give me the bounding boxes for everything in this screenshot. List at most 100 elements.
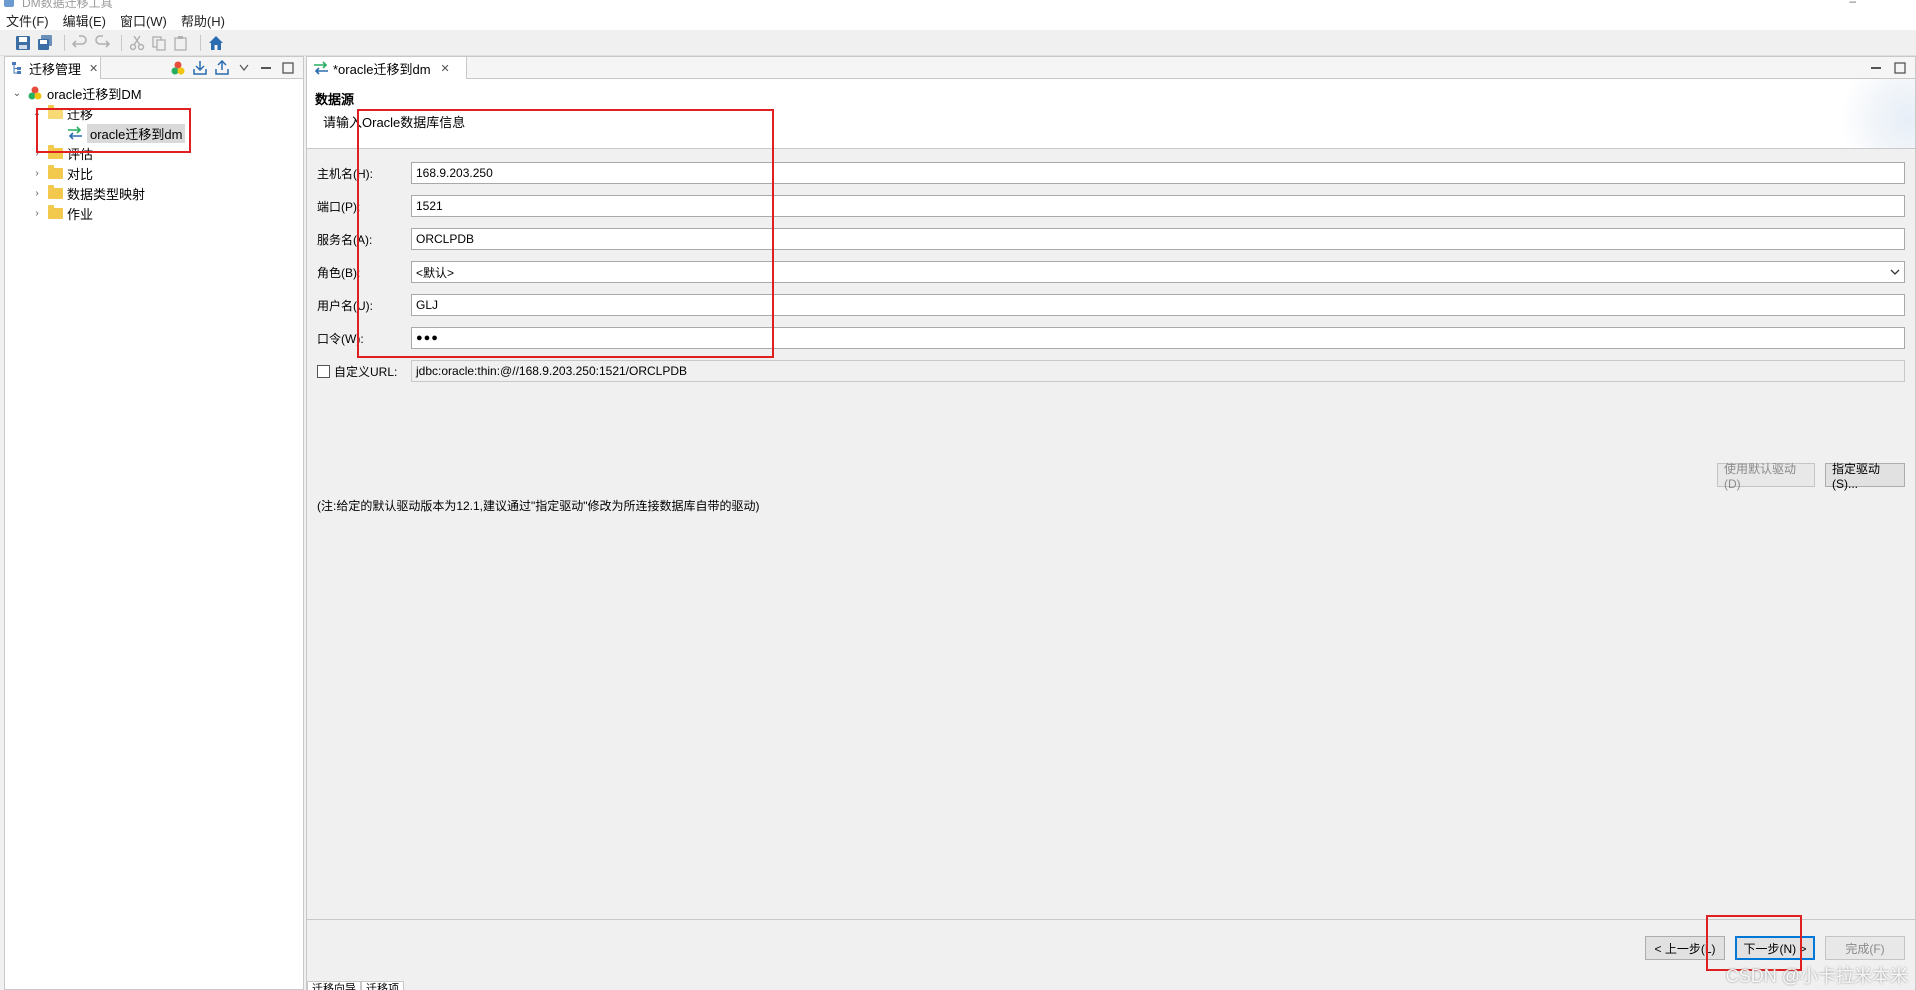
user-row: 用户名(U): GLJ [317,294,1905,316]
menu-file[interactable]: 文件(F) [6,11,49,30]
save-all-icon[interactable] [36,34,54,52]
wizard-footer: < 上一步(L) 下一步(N) > 完成(F) 迁移向导 迁移项 [307,919,1915,990]
wizard-body: 主机名(H): 168.9.203.250 端口(P): 1521 服务名(A)… [307,149,1915,919]
chevron-right-icon[interactable]: › [31,167,43,179]
menu-help[interactable]: 帮助(H) [181,11,225,30]
menu-window[interactable]: 窗口(W) [120,11,167,30]
role-select[interactable]: <默认> [411,261,1905,283]
redo-icon[interactable] [93,34,111,52]
import-icon[interactable] [191,59,209,77]
page-description: 请输入Oracle数据库信息 [323,115,466,130]
folder-icon [47,144,63,160]
tree-item-label: 对比 [67,166,94,182]
tree-item-migrate[interactable]: ⌄ 迁移 [5,103,303,123]
close-icon[interactable]: ✕ [441,62,450,75]
project-icon [27,86,43,100]
custom-url-label: 自定义URL: [334,364,398,379]
close-icon[interactable]: ✕ [89,62,98,75]
chevron-right-icon[interactable]: › [31,207,43,219]
migration-wizard-editor: *oracle迁移到dm ✕ 数据源 请输入Oracle数据库信息 主机名(H)… [306,56,1916,990]
tree-item-label: 作业 [67,206,94,222]
chevron-down-icon[interactable]: ⌄ [31,107,43,119]
folder-icon [47,204,63,220]
tab-migration-manager[interactable]: 迁移管理 ✕ [5,57,101,79]
undo-icon[interactable] [71,34,89,52]
tab-label: *oracle迁移到dm [333,61,431,77]
chevron-down-icon[interactable]: ⌄ [11,87,23,99]
specify-driver-button[interactable]: 指定驱动(S)... [1825,462,1905,491]
panel-tools [165,59,297,77]
save-icon[interactable] [14,34,32,52]
menu-edit[interactable]: 编辑(E) [63,11,106,30]
minimize-icon[interactable] [1867,59,1885,77]
tree-item-label: 评估 [67,146,94,162]
editor-tools [1861,59,1909,77]
tree-item-label: oracle迁移到dm [87,123,186,143]
user-input[interactable]: GLJ [411,294,1905,316]
host-row: 主机名(H): 168.9.203.250 [317,162,1905,184]
user-label: 用户名(U): [317,298,373,313]
tab-label: 迁移管理 [29,61,82,77]
chevron-right-icon[interactable]: › [31,147,43,159]
tree-item-label: oracle迁移到DM [47,86,142,102]
toolbar-separator [200,34,201,51]
tree-item-root[interactable]: ⌄ oracle迁移到DM [5,83,303,103]
tree-item-migrate-child[interactable]: oracle迁移到dm [5,123,303,143]
home-icon[interactable] [207,34,225,52]
minimize-icon[interactable]: – [1849,0,1856,8]
service-input[interactable]: ORCLPDB [411,228,1905,250]
view-menu-icon[interactable] [235,59,253,77]
prev-button[interactable]: < 上一步(L) [1645,936,1725,960]
maximize-icon[interactable] [1891,59,1909,77]
service-row: 服务名(A): ORCLPDB [317,228,1905,250]
watermark: CSDN @小卡拉米本米 [1725,966,1908,986]
tree-item-job[interactable]: › 作业 [5,203,303,223]
role-label: 角色(B): [317,265,361,280]
paste-icon[interactable] [172,34,190,52]
window-title: DM数据迁移工具 [22,0,113,10]
folder-icon [47,184,63,200]
copy-icon[interactable] [150,34,168,52]
custom-url-checkbox-wrap[interactable]: 自定义URL: [317,363,411,380]
editor-tabbar: *oracle迁移到dm ✕ [307,57,1915,79]
role-selected-value: <默认> [416,265,455,280]
toolbar-separator [121,34,122,51]
migration-arrows-icon [313,61,329,75]
project-tree: ⌄ oracle迁移到DM ⌄ 迁移 oracle迁移到dm › 评估 › 对比 [5,79,303,223]
driver-buttons: 使用默认驱动(D) 指定驱动(S)... [1707,462,1905,491]
tree-item-type-mapping[interactable]: › 数据类型映射 [5,183,303,203]
password-input[interactable]: ●●● [411,327,1905,349]
next-button[interactable]: 下一步(N) > [1735,936,1815,960]
chevron-down-icon[interactable] [1890,265,1900,279]
custom-url-checkbox[interactable] [317,364,330,378]
driver-note: (注:给定的默认驱动版本为12.1,建议通过"指定驱动"修改为所连接数据库自带的… [317,499,760,513]
new-project-icon[interactable] [169,59,187,77]
service-label: 服务名(A): [317,232,373,247]
chevron-right-icon[interactable]: › [31,187,43,199]
tree-view-icon [11,61,25,75]
tab-migration-items[interactable]: 迁移项 [361,981,404,990]
port-label: 端口(P): [317,199,361,214]
finish-button[interactable]: 完成(F) [1825,936,1905,960]
password-label: 口令(W): [317,331,364,346]
tab-migration-wizard[interactable]: 迁移向导 [307,981,361,990]
bottom-tabs: 迁移向导 迁移项 [307,981,404,990]
minimize-icon[interactable] [257,59,275,77]
maximize-icon[interactable] [279,59,297,77]
default-driver-button[interactable]: 使用默认驱动(D) [1717,462,1815,491]
port-input[interactable]: 1521 [411,195,1905,217]
host-input[interactable]: 168.9.203.250 [411,162,1905,184]
custom-url-input[interactable]: jdbc:oracle:thin:@//168.9.203.250:1521/O… [411,360,1905,382]
port-row: 端口(P): 1521 [317,195,1905,217]
password-row: 口令(W): ●●● [317,327,1905,349]
export-icon[interactable] [213,59,231,77]
tree-item-assess[interactable]: › 评估 [5,143,303,163]
folder-open-icon [47,104,63,120]
tree-item-label: 迁移 [67,106,94,122]
tab-oracle-to-dm[interactable]: *oracle迁移到dm ✕ [307,57,467,79]
cut-icon[interactable] [128,34,146,52]
app-icon [4,0,14,7]
folder-icon [47,164,63,180]
tree-item-compare[interactable]: › 对比 [5,163,303,183]
header-decoration [1825,79,1915,148]
